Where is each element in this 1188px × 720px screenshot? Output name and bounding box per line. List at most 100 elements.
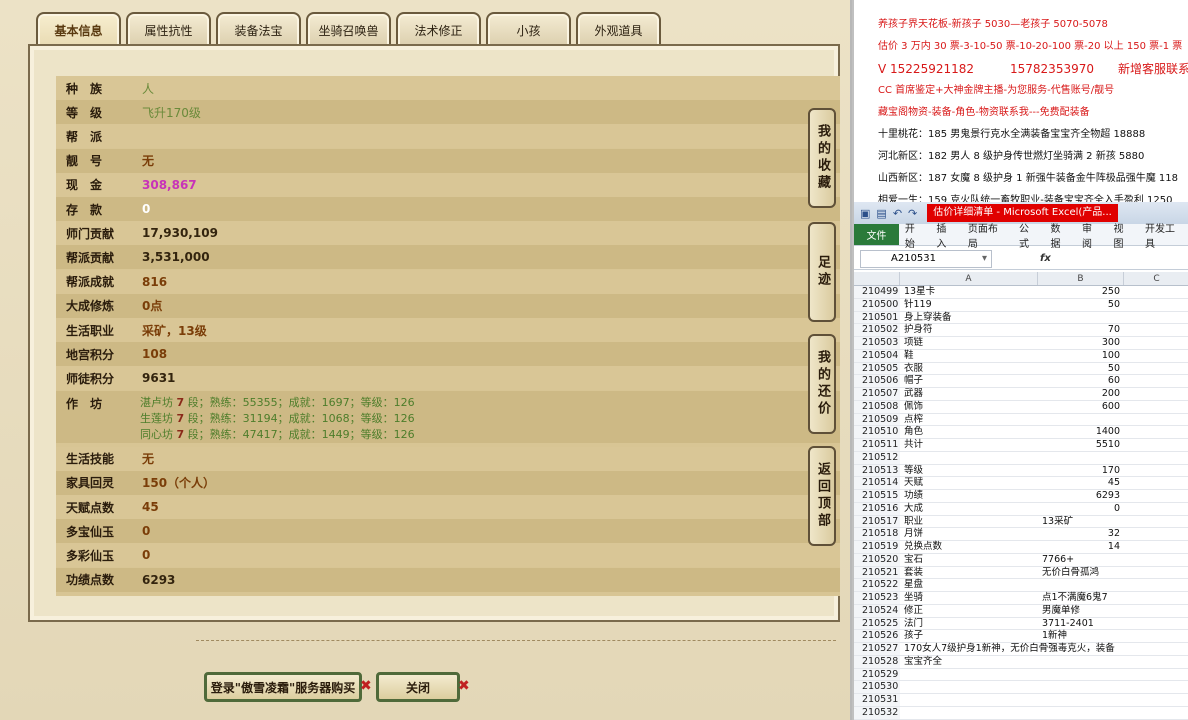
cell-c[interactable] [1124, 656, 1188, 668]
cell-c[interactable] [1124, 414, 1188, 426]
row-number[interactable]: 210512 [854, 451, 900, 464]
cell-a[interactable]: 大成 [900, 503, 1038, 515]
footprint-button[interactable]: 足迹 [808, 222, 836, 322]
cell-c[interactable] [1124, 465, 1188, 477]
cell-b[interactable] [1038, 414, 1124, 426]
ribbon-tab[interactable]: 开发工具 [1139, 224, 1188, 250]
row-number[interactable]: 210520 [854, 553, 900, 566]
row-number[interactable]: 210518 [854, 528, 900, 540]
fx-icon[interactable]: fx [1040, 253, 1051, 264]
cell-b[interactable]: 13采矿 [1038, 516, 1124, 528]
cell-b[interactable] [1038, 707, 1124, 719]
cell-a[interactable] [900, 681, 1038, 693]
tab-1[interactable]: 属性抗性 [126, 12, 211, 46]
cell-b[interactable]: 3711-2401 [1038, 618, 1124, 630]
row-number[interactable]: 210502 [854, 324, 900, 336]
cell-c[interactable] [1124, 681, 1188, 693]
undo-icon[interactable]: ↶ [893, 207, 902, 220]
row-number[interactable]: 210500 [854, 298, 900, 311]
ribbon-tab[interactable]: 插入 [930, 224, 962, 250]
cell-a[interactable] [900, 452, 1038, 464]
cell-a[interactable]: 角色 [900, 426, 1038, 438]
cell-c[interactable] [1124, 363, 1188, 375]
cell-c[interactable] [1124, 579, 1188, 591]
name-box[interactable]: A210531 ▾ [860, 249, 992, 268]
file-tab[interactable]: 文件 [854, 224, 899, 245]
row-number[interactable]: 210532 [854, 706, 900, 719]
ribbon-tab[interactable]: 视图 [1107, 224, 1139, 250]
back-to-top-button[interactable]: 返回顶部 [808, 446, 836, 546]
cell-b[interactable]: 男魔单修 [1038, 605, 1124, 617]
cell-b[interactable]: 点1不满魔6鬼7 [1038, 592, 1124, 604]
cell-c[interactable] [1124, 643, 1188, 655]
my-favorites-button[interactable]: 我的收藏 [808, 108, 836, 208]
ribbon-tab[interactable]: 公式 [1013, 224, 1045, 250]
cell-c[interactable] [1124, 299, 1188, 311]
cell-b[interactable] [1038, 694, 1124, 706]
row-number[interactable]: 210514 [854, 477, 900, 489]
cell-b[interactable]: 14 [1038, 541, 1124, 553]
cell-a[interactable]: 点榨 [900, 414, 1038, 426]
cell-b[interactable]: 5510 [1038, 439, 1124, 451]
cell-a[interactable]: 鞋 [900, 350, 1038, 362]
cell-a[interactable]: 共计 [900, 439, 1038, 451]
ribbon-tab[interactable]: 开始 [899, 224, 931, 250]
chevron-down-icon[interactable]: ▾ [982, 251, 987, 267]
tab-6[interactable]: 外观道具 [576, 12, 661, 46]
cell-a[interactable] [900, 707, 1038, 719]
cell-b[interactable] [1038, 579, 1124, 591]
cell-b[interactable]: 170 [1038, 465, 1124, 477]
cell-c[interactable] [1124, 528, 1188, 540]
cell-a[interactable] [900, 694, 1038, 706]
cell-c[interactable] [1124, 707, 1188, 719]
my-counteroffer-button[interactable]: 我的还价 [808, 334, 836, 434]
row-number[interactable]: 210522 [854, 579, 900, 591]
cell-b[interactable]: 70 [1038, 324, 1124, 336]
cell-a[interactable]: 天赋 [900, 477, 1038, 489]
cell-b[interactable] [1038, 669, 1124, 681]
cell-c[interactable] [1124, 401, 1188, 413]
row-number[interactable]: 210501 [854, 311, 900, 324]
cell-c[interactable] [1124, 516, 1188, 528]
cell-c[interactable] [1124, 477, 1188, 489]
row-number[interactable]: 210519 [854, 541, 900, 553]
cell-c[interactable] [1124, 350, 1188, 362]
tab-0[interactable]: 基本信息 [36, 12, 121, 46]
cell-b[interactable]: 200 [1038, 388, 1124, 400]
cell-a[interactable]: 佩饰 [900, 401, 1038, 413]
cell-a[interactable]: 法门 [900, 618, 1038, 630]
cell-c[interactable] [1124, 490, 1188, 502]
cell-c[interactable] [1124, 541, 1188, 553]
column-header-b[interactable]: B [1038, 272, 1124, 285]
cell-b[interactable]: 32 [1038, 528, 1124, 540]
row-number[interactable]: 210505 [854, 362, 900, 375]
close-button[interactable]: 关闭 [376, 672, 460, 702]
cell-c[interactable] [1124, 426, 1188, 438]
cell-a[interactable]: 月饼 [900, 528, 1038, 540]
row-number[interactable]: 210511 [854, 439, 900, 451]
tab-5[interactable]: 小孩 [486, 12, 571, 46]
cell-c[interactable] [1124, 605, 1188, 617]
cell-c[interactable] [1124, 452, 1188, 464]
row-number[interactable]: 210507 [854, 388, 900, 400]
cell-a[interactable]: 职业 [900, 516, 1038, 528]
row-number[interactable]: 210531 [854, 694, 900, 706]
row-number[interactable]: 210504 [854, 349, 900, 362]
cell-c[interactable] [1124, 375, 1188, 387]
tab-2[interactable]: 装备法宝 [216, 12, 301, 46]
cell-b[interactable]: 无价白骨孤鸿 [1038, 567, 1124, 579]
cell-c[interactable] [1124, 630, 1188, 642]
ribbon-tab[interactable]: 数据 [1044, 224, 1076, 250]
save-icon[interactable]: ▤ [876, 207, 886, 220]
cell-c[interactable] [1124, 618, 1188, 630]
cell-a[interactable]: 套装 [900, 567, 1038, 579]
cell-b[interactable] [1038, 681, 1124, 693]
cell-c[interactable] [1124, 592, 1188, 604]
cell-a[interactable]: 帽子 [900, 375, 1038, 387]
cell-c[interactable] [1124, 286, 1188, 298]
cell-b[interactable]: 6293 [1038, 490, 1124, 502]
ribbon-tab[interactable]: 审阅 [1076, 224, 1108, 250]
cell-b[interactable]: 250 [1038, 286, 1124, 298]
cell-a[interactable]: 护身符 [900, 324, 1038, 336]
row-number[interactable]: 210521 [854, 566, 900, 579]
